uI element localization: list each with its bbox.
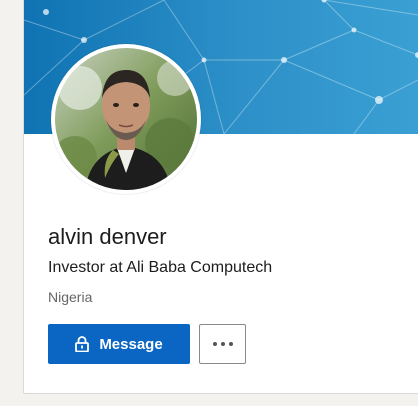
profile-card: alvin denver Investor at Ali Baba Comput… bbox=[23, 0, 418, 394]
lock-icon bbox=[75, 336, 90, 352]
profile-name: alvin denver bbox=[48, 224, 167, 249]
message-button[interactable]: Message bbox=[48, 324, 190, 364]
more-actions-button[interactable] bbox=[199, 324, 246, 364]
message-button-label: Message bbox=[99, 335, 163, 353]
more-horizontal-icon bbox=[212, 342, 217, 346]
avatar-photo bbox=[55, 48, 197, 190]
profile-headline: Investor at Ali Baba Computech bbox=[48, 259, 273, 276]
avatar[interactable] bbox=[51, 44, 201, 194]
profile-location: Nigeria bbox=[48, 289, 93, 305]
